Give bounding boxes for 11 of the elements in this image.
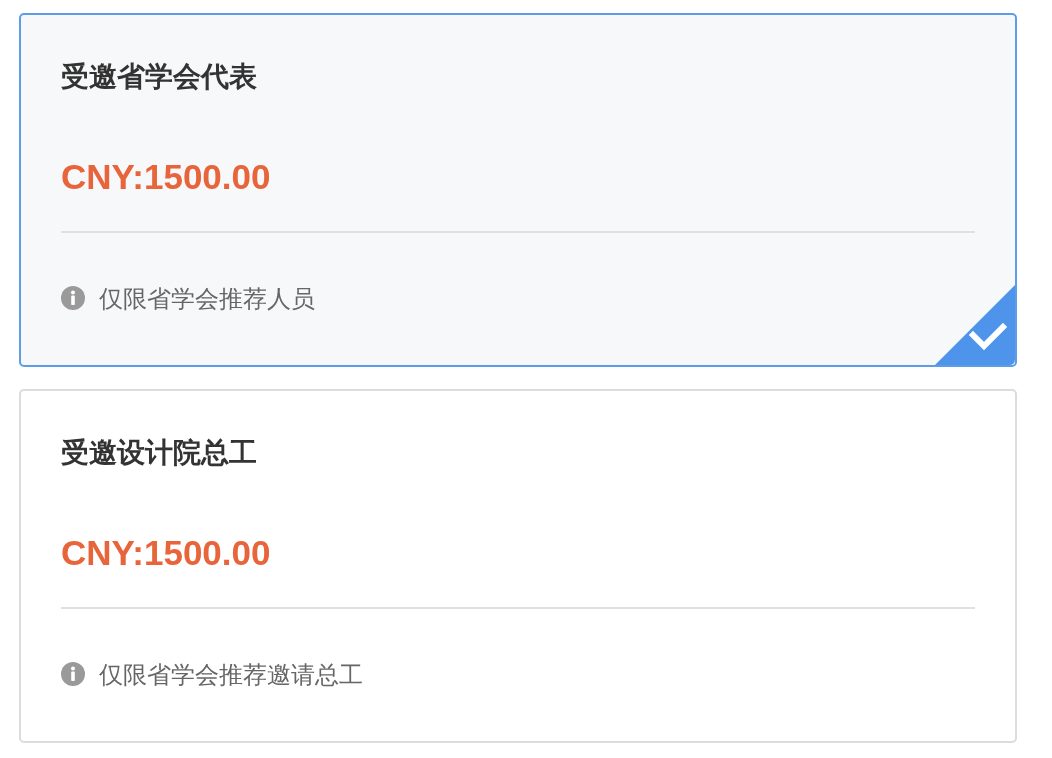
option-price: CNY:1500.00: [61, 532, 272, 574]
option-card[interactable]: 受邀设计院总工 CNY:1500.00 仅限省学会推荐邀请总工: [19, 389, 1017, 743]
option-title: 受邀设计院总工: [61, 436, 258, 470]
option-note: 仅限省学会推荐邀请总工: [99, 660, 363, 690]
info-icon: [61, 662, 85, 686]
option-title: 受邀省学会代表: [61, 60, 258, 94]
info-icon: [61, 286, 85, 310]
selected-check-icon: [935, 285, 1015, 365]
option-card[interactable]: 受邀省学会代表 CNY:1500.00 仅限省学会推荐人员: [19, 13, 1017, 367]
option-note: 仅限省学会推荐人员: [99, 284, 315, 314]
option-price: CNY:1500.00: [61, 156, 272, 198]
